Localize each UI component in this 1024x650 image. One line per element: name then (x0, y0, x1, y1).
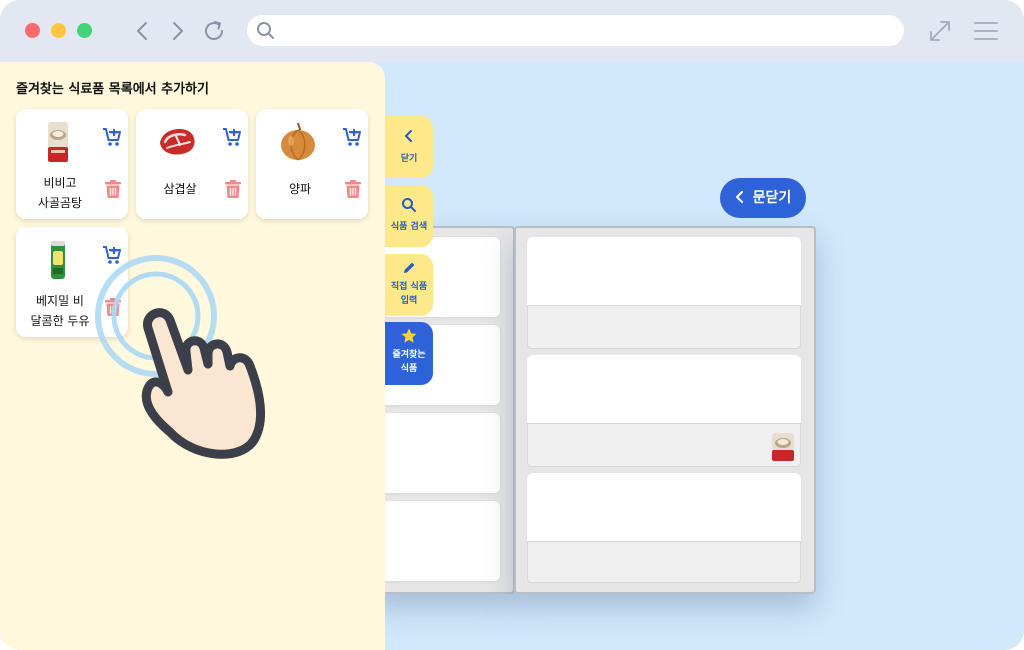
bone-broth-pouch-icon (48, 122, 68, 162)
chevron-left-icon (405, 130, 412, 142)
fridge-drawer-top[interactable] (527, 473, 801, 541)
favorite-item-card[interactable]: 삼겹살 (136, 109, 248, 219)
bone-broth-pouch-icon[interactable] (770, 432, 796, 462)
forward-arrow-icon[interactable] (164, 18, 190, 44)
onion-icon (281, 122, 315, 161)
favorite-item-label: 양파 (288, 182, 312, 196)
close-window-dot[interactable] (25, 23, 40, 38)
favorite-item-card[interactable]: 비비고 사골곰탕 (16, 109, 128, 219)
tab-manual-input[interactable]: 직접 식품 입력 (385, 254, 433, 316)
browser-window: 문닫기 닫기 식품 검색 직접 식품 입력 즐겨찾는 식품 즐겨찾는 식료품 목… (0, 0, 1024, 650)
favorite-item-label: 베지밀 비 달콤한 두유 (30, 294, 90, 328)
fridge-drawer-top[interactable] (527, 237, 801, 305)
panel-title: 즐겨찾는 식료품 목록에서 추가하기 (16, 82, 209, 97)
fridge-drawer-shelf[interactable] (527, 541, 801, 583)
tab-favorites-label: 즐겨찾는 식품 (392, 350, 426, 374)
back-arrow-icon[interactable] (130, 18, 156, 44)
reload-icon[interactable] (201, 18, 227, 44)
pencil-icon (404, 262, 415, 273)
search-icon (257, 22, 274, 39)
tab-manual-input-label: 직접 식품 입력 (390, 282, 428, 306)
tab-favorites[interactable]: 즐겨찾는 식품 (385, 322, 433, 385)
fridge-left-slot[interactable] (382, 413, 500, 493)
tab-food-search-label: 식품 검색 (390, 222, 428, 232)
address-bar[interactable] (247, 15, 904, 46)
trash-icon[interactable] (344, 179, 362, 199)
add-to-cart-icon[interactable] (222, 127, 242, 147)
soy-milk-can-icon (51, 241, 65, 279)
expand-icon[interactable] (928, 19, 952, 43)
favorite-item-label: 비비고 사골곰탕 (37, 176, 83, 210)
favorite-item-card[interactable]: 양파 (256, 109, 368, 219)
chevron-left-icon (735, 191, 743, 203)
trash-icon[interactable] (224, 179, 242, 199)
tab-close-label: 닫기 (400, 154, 418, 164)
fridge-drawer-shelf[interactable] (527, 305, 801, 349)
close-door-label: 문닫기 (752, 190, 792, 206)
fridge-right-compartment (514, 226, 816, 594)
tap-hand-icon (95, 255, 266, 459)
favorite-item-label: 삼겹살 (163, 182, 197, 196)
browser-toolbar (0, 0, 1024, 62)
search-icon (402, 198, 416, 212)
fridge-left-slot[interactable] (382, 501, 500, 581)
add-to-cart-icon[interactable] (342, 127, 362, 147)
tab-food-search[interactable]: 식품 검색 (385, 185, 433, 247)
close-door-button[interactable]: 문닫기 (720, 178, 806, 218)
tab-close[interactable]: 닫기 (385, 116, 433, 178)
fridge-drawer-top[interactable] (527, 355, 801, 423)
minimize-window-dot[interactable] (51, 23, 66, 38)
maximize-window-dot[interactable] (77, 23, 92, 38)
star-icon (401, 328, 417, 343)
menu-icon[interactable] (973, 20, 999, 42)
pork-belly-icon (160, 129, 195, 155)
trash-icon[interactable] (104, 179, 122, 199)
fridge-drawer-shelf[interactable] (527, 423, 801, 467)
add-to-cart-icon[interactable] (102, 127, 122, 147)
